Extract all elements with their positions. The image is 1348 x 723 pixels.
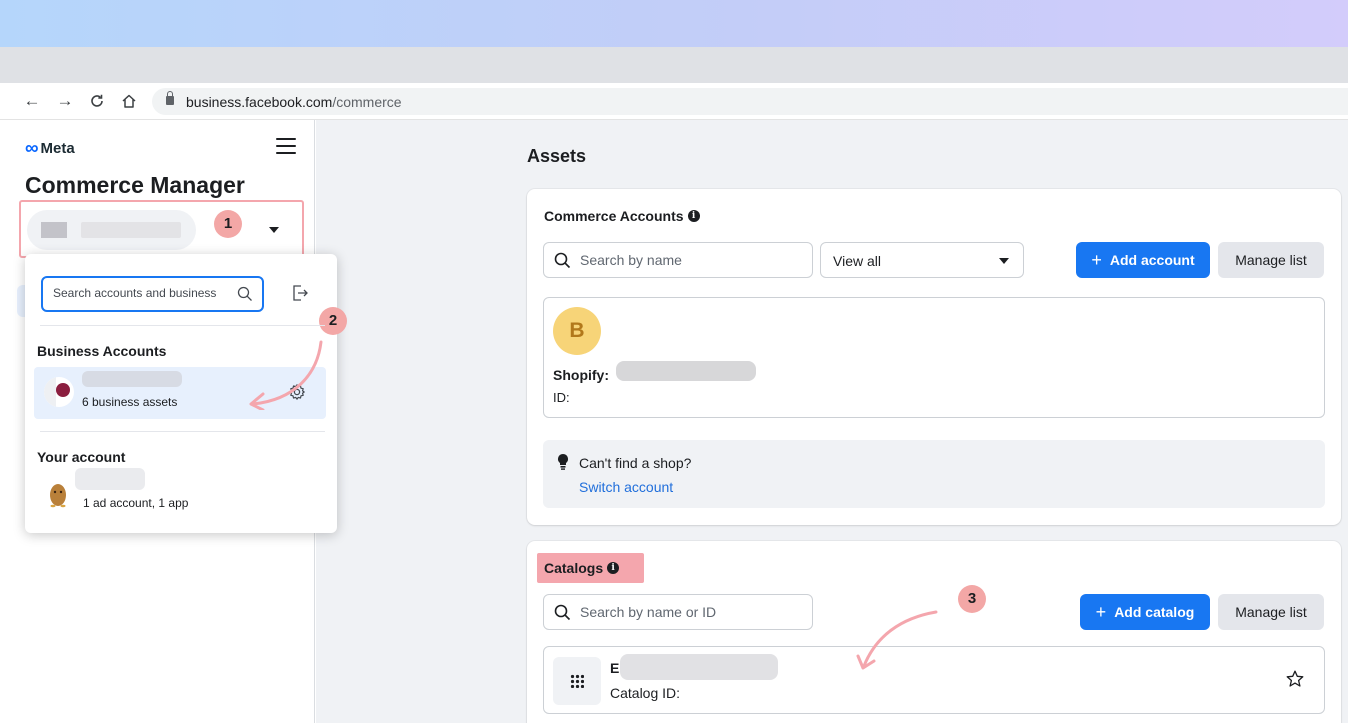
catalog-name-initial: E — [610, 660, 620, 676]
divider — [40, 325, 325, 326]
add-account-button[interactable]: + Add account — [1076, 242, 1210, 278]
step-badge-3: 3 — [958, 585, 986, 613]
logout-icon[interactable] — [291, 284, 309, 302]
arrow-right-icon: → — [56, 91, 74, 110]
business-avatar — [44, 377, 74, 407]
redacted-catalog-name — [620, 654, 778, 680]
business-accounts-heading: Business Accounts — [37, 343, 167, 359]
plus-icon: + — [1095, 602, 1107, 622]
redacted-account-name — [75, 468, 145, 490]
view-filter-value: View all — [833, 253, 881, 269]
potato-avatar-icon — [50, 484, 66, 508]
selector-pill — [27, 210, 196, 250]
commerce-accounts-title: Commerce Accounts i — [544, 208, 700, 224]
url-text: business.facebook.com/commerce — [186, 94, 402, 110]
step-badge-1: 1 — [214, 210, 242, 238]
business-assets-count: 6 business assets — [82, 395, 178, 409]
lock-icon — [166, 91, 174, 105]
redacted-avatar — [41, 222, 67, 238]
search-icon — [554, 604, 571, 621]
back-button[interactable]: ← — [22, 91, 42, 111]
info-icon[interactable]: i — [607, 562, 620, 574]
search-icon — [554, 252, 571, 269]
star-icon[interactable] — [1285, 669, 1305, 689]
main-content: Assets Commerce Accounts i View all + Ad… — [316, 120, 1348, 723]
redacted-business-account-name — [82, 371, 182, 387]
catalog-manage-list-button[interactable]: Manage list — [1218, 594, 1324, 630]
meta-logo: ∞ Meta — [25, 138, 75, 159]
business-selector[interactable]: 1 — [27, 210, 296, 250]
redacted-business-name — [81, 222, 181, 238]
personal-account-item[interactable]: 1 ad account, 1 app — [37, 468, 322, 516]
browser-tabstrip — [0, 47, 1348, 83]
divider — [40, 431, 325, 432]
browser-titlebar — [0, 0, 1348, 47]
browser-toolbar: ← → business.facebook.com/commerce — [0, 83, 1348, 120]
switch-account-link[interactable]: Switch account — [579, 479, 673, 495]
business-account-item[interactable]: 6 business assets — [34, 367, 326, 419]
account-switcher-dropdown: 2 Business Accounts 6 business assets Yo… — [25, 254, 347, 533]
hamburger-icon — [276, 138, 296, 140]
step-badge-2: 2 — [319, 307, 347, 335]
catalog-id-label: Catalog ID: — [610, 685, 681, 701]
redacted-shop-name — [616, 361, 756, 381]
shop-id-label: ID: — [553, 390, 570, 405]
app-title: Commerce Manager — [25, 172, 245, 198]
hamburger-icon-line — [276, 152, 296, 154]
your-account-heading: Your account — [37, 449, 126, 465]
commerce-accounts-card: Commerce Accounts i View all + Add accou… — [527, 189, 1341, 525]
account-assets-count: 1 ad account, 1 app — [83, 496, 189, 510]
manage-list-button[interactable]: Manage list — [1218, 242, 1324, 278]
chevron-down-icon — [999, 258, 1009, 264]
commerce-search-input-wrapper[interactable] — [543, 242, 813, 278]
grid-icon — [570, 674, 584, 688]
meta-brand-text: Meta — [40, 140, 75, 157]
address-bar[interactable]: business.facebook.com/commerce — [152, 88, 1348, 115]
catalogs-title: Catalogs i — [544, 560, 620, 576]
add-catalog-label: Add catalog — [1114, 604, 1195, 620]
account-search-wrapper[interactable] — [41, 276, 264, 312]
hint-text: Can't find a shop? — [579, 455, 692, 471]
search-icon — [237, 286, 252, 301]
catalogs-card: Catalogs i 3 + Add catalog Manage list E… — [527, 541, 1341, 723]
reload-icon — [91, 94, 103, 107]
catalog-item[interactable]: E Catalog ID: — [543, 646, 1325, 714]
catalog-search-input[interactable] — [580, 604, 800, 620]
forward-button[interactable]: → — [55, 91, 75, 111]
arrow-left-icon: ← — [23, 91, 41, 110]
view-filter-select[interactable]: View all — [820, 242, 1024, 278]
home-button[interactable] — [119, 91, 139, 114]
catalog-thumbnail — [553, 657, 601, 705]
reload-button[interactable] — [87, 91, 107, 114]
shop-name-label: Shopify: — [553, 367, 609, 383]
shop-avatar: B — [553, 307, 601, 355]
commerce-search-input[interactable] — [580, 252, 800, 268]
url-path: /commerce — [332, 94, 402, 110]
commerce-accounts-title-text: Commerce Accounts — [544, 208, 684, 224]
catalog-search-input-wrapper[interactable] — [543, 594, 813, 630]
plus-icon: + — [1091, 250, 1102, 270]
page-title: Assets — [527, 146, 587, 166]
hamburger-icon-line — [276, 145, 296, 147]
home-icon — [122, 94, 136, 108]
meta-infinity-icon: ∞ — [25, 138, 39, 159]
add-account-label: Add account — [1109, 252, 1195, 268]
menu-button[interactable] — [276, 138, 296, 154]
cant-find-shop-notice: Can't find a shop? Switch account — [543, 440, 1325, 508]
chevron-down-icon — [269, 227, 279, 233]
add-catalog-button[interactable]: + Add catalog — [1080, 594, 1210, 630]
url-domain: business.facebook.com — [186, 94, 333, 110]
shop-item[interactable]: B Shopify: ID: — [543, 297, 1325, 418]
catalogs-title-text: Catalogs — [544, 560, 604, 576]
gear-icon[interactable] — [288, 383, 306, 401]
lightbulb-icon — [558, 454, 568, 470]
info-icon[interactable]: i — [687, 210, 700, 222]
account-search-input[interactable] — [53, 286, 223, 300]
